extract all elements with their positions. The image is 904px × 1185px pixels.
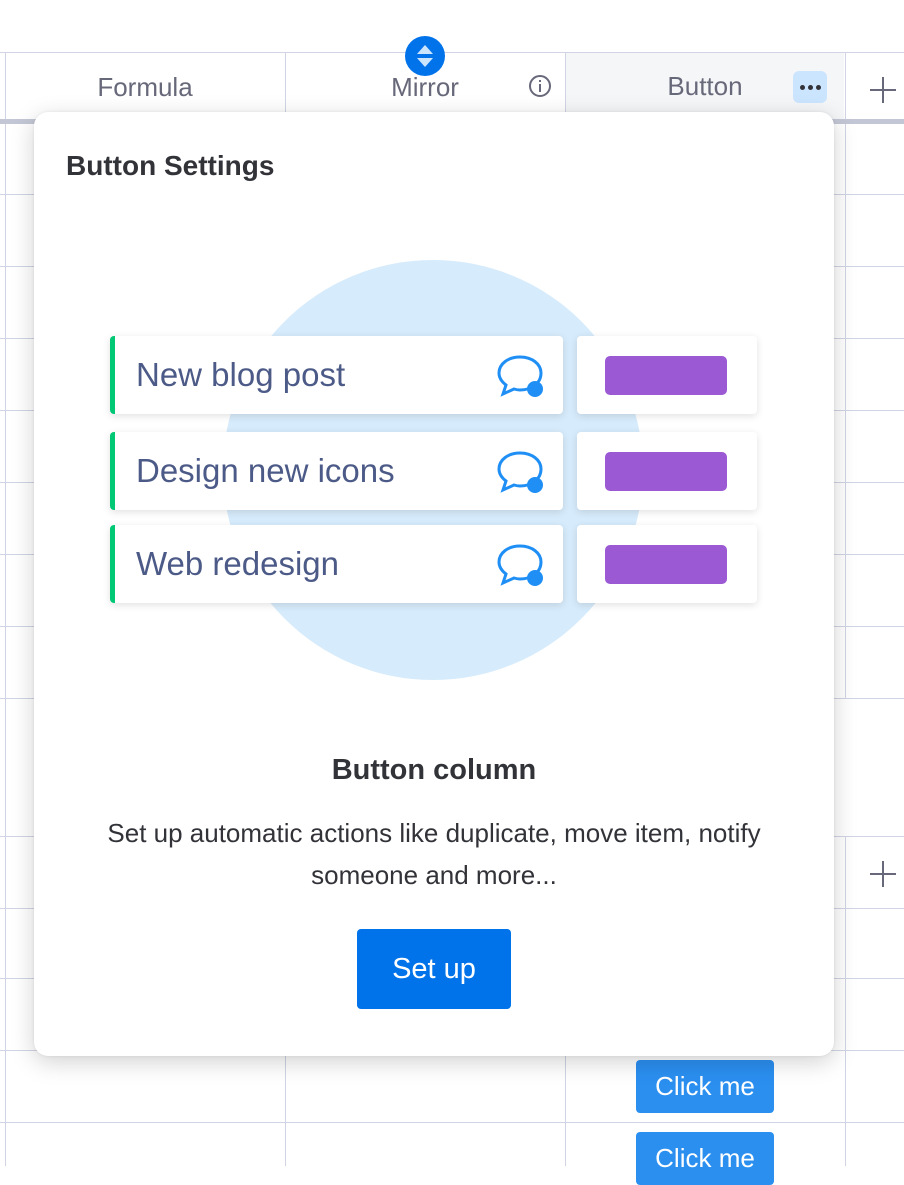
button-settings-popover: Button Settings New blog post Design new…	[34, 112, 834, 1056]
status-bar	[110, 525, 115, 603]
illustration-button-pill	[605, 545, 727, 584]
sort-handle-icon[interactable]	[405, 36, 445, 76]
grid-line	[5, 52, 6, 1166]
popover-title: Button Settings	[66, 150, 275, 181]
set-up-button[interactable]: Set up	[357, 929, 511, 1009]
illustration-button-card	[577, 336, 757, 414]
illustration-item-label: Web redesign	[136, 545, 340, 582]
info-icon[interactable]	[529, 75, 551, 97]
chat-bubble-icon	[497, 355, 543, 397]
illustration-item-label: New blog post	[136, 356, 346, 393]
status-bar	[110, 432, 115, 510]
illustration-button-pill	[605, 356, 727, 395]
grid-line	[565, 1056, 566, 1166]
chat-bubble-icon	[497, 544, 543, 586]
grid-line	[845, 836, 846, 1166]
grid-line	[0, 1122, 904, 1123]
section-description: Set up automatic actions like duplicate,…	[107, 818, 761, 890]
more-icon-dot	[799, 84, 805, 90]
chat-bubble-icon	[497, 451, 543, 493]
cell-click-me-button[interactable]: Click me	[636, 1132, 774, 1185]
more-icon-dot	[815, 84, 821, 90]
cell-click-me-button[interactable]: Click me	[636, 1060, 774, 1113]
illustration-item: Web redesign	[110, 525, 563, 603]
illustration-button-pill	[605, 452, 727, 491]
add-column-plus-icon[interactable]	[868, 859, 898, 889]
grid-line	[285, 1056, 286, 1166]
add-column-plus-icon[interactable]	[868, 75, 898, 105]
illustration-item-label: Design new icons	[136, 452, 395, 489]
column-more-button[interactable]	[793, 71, 827, 103]
illustration-button-card	[577, 525, 757, 603]
status-bar	[110, 336, 115, 414]
grid-line	[845, 52, 846, 698]
illustration-item: New blog post	[110, 336, 563, 414]
column-header-formula[interactable]: Formula	[6, 70, 284, 104]
more-icon-dot	[807, 84, 813, 90]
section-title: Button column	[331, 754, 537, 786]
illustration-button-card	[577, 432, 757, 510]
illustration-item: Design new icons	[110, 432, 563, 510]
